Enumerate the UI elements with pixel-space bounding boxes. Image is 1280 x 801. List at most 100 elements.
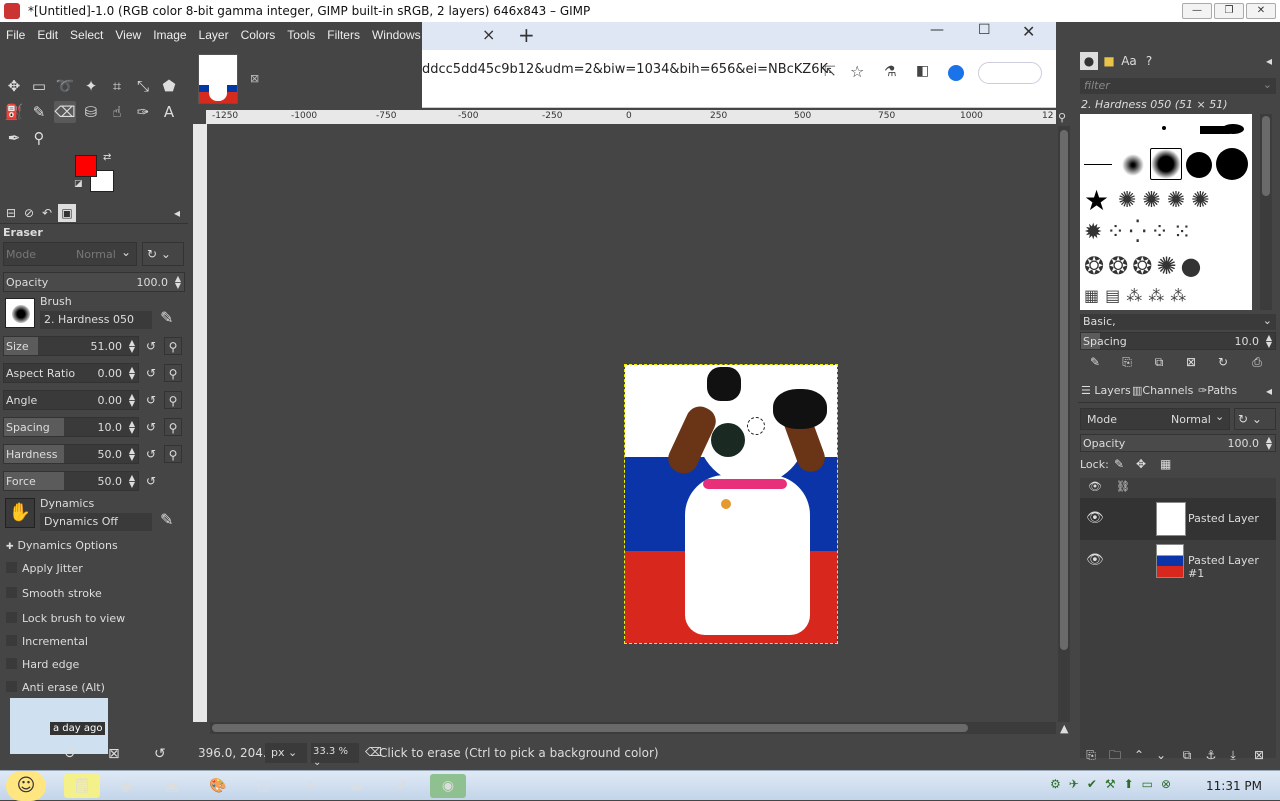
taskbar-app4-icon[interactable]: ☁	[338, 774, 374, 798]
aspect-link-icon[interactable]: ⚲	[164, 364, 182, 382]
apply-jitter-checkbox[interactable]: Apply Jitter	[6, 562, 83, 575]
menu-filters[interactable]: Filters	[321, 28, 366, 42]
edit-brush-icon-2[interactable]: ✎	[1086, 353, 1104, 371]
brush-splatter-row[interactable]: ✹⁘⁛⁘⁙	[1084, 220, 1195, 245]
address-bar[interactable]: ddcc5dd45c9b12&udm=2&biw=1034&bih=656&ei…	[422, 62, 832, 77]
spacing-row[interactable]: Spacing 10.0 ▲ ▼	[3, 417, 139, 437]
spacing-spinner-icon[interactable]: ▲ ▼	[129, 420, 135, 435]
lab-flask-icon[interactable]: ⚗	[884, 64, 897, 80]
mode-row[interactable]: Mode Normal ⌄	[3, 242, 137, 266]
lock-pixels-icon[interactable]: ✎	[1114, 457, 1124, 471]
delete-layer-icon[interactable]: ⊠	[1250, 746, 1268, 764]
opacity-spinner-icon[interactable]: ▲ ▼	[175, 275, 181, 290]
size-spinner-icon[interactable]: ▲ ▼	[129, 339, 135, 354]
brush-tag-input[interactable]: Basic, ⌄	[1080, 314, 1276, 330]
layers-dock-menu-icon[interactable]: ◂	[1260, 382, 1278, 400]
eraser-tool-icon[interactable]: ⌫	[54, 101, 76, 123]
dynamics-preview[interactable]: ✋	[5, 498, 35, 528]
edit-brush-icon[interactable]: ✎	[160, 308, 173, 327]
images-tab-icon[interactable]: ▣	[58, 204, 76, 222]
lock-brush-checkbox[interactable]: Lock brush to view	[6, 612, 125, 625]
layer-opacity-spinner-icon[interactable]: ▲ ▼	[1266, 436, 1272, 451]
crop-tool-icon[interactable]: ⌗	[106, 75, 128, 97]
image-canvas[interactable]	[624, 364, 838, 644]
size-link-icon[interactable]: ⚲	[164, 337, 182, 355]
new-layer-icon[interactable]: ⎘	[1082, 746, 1100, 764]
brush-name-field[interactable]: 2. Hardness 050	[40, 311, 152, 329]
close-image-tab-icon[interactable]: ⊠	[250, 72, 259, 85]
merge-layer-icon[interactable]: ⤓	[1224, 746, 1242, 764]
brush-soft-small[interactable]	[1122, 154, 1144, 176]
size-row[interactable]: Size 51.00 ▲ ▼	[3, 336, 139, 356]
hardness-link-icon[interactable]: ⚲	[164, 445, 182, 463]
undo-history-tab-icon[interactable]: ↶	[38, 204, 56, 222]
spacing-link-icon[interactable]: ⚲	[164, 418, 182, 436]
incremental-checkbox[interactable]: Incremental	[6, 635, 88, 648]
brush-spacing-row[interactable]: Spacing 10.0 ▲ ▼	[1080, 332, 1276, 350]
force-reset-icon[interactable]: ↺	[142, 472, 160, 490]
browser-pill-button[interactable]	[978, 62, 1042, 84]
clone-tool-icon[interactable]: ⛁	[80, 101, 102, 123]
brush-sponge-row[interactable]: ❂❂❂✺●	[1084, 252, 1205, 280]
zoom-fit-icon[interactable]: ⚲	[1058, 111, 1066, 124]
delete-brush-icon[interactable]: ⊠	[1182, 353, 1200, 371]
brush-block-soft[interactable]	[1222, 124, 1244, 134]
eye-icon[interactable]: 👁	[1086, 510, 1104, 526]
navigate-icon[interactable]: ▲	[1060, 722, 1068, 735]
browser-close-icon[interactable]: ✕	[1022, 22, 1035, 41]
fuzzy-select-tool-icon[interactable]: ✦	[80, 75, 102, 97]
default-colors-icon[interactable]: ◪	[74, 179, 83, 189]
paths-tool-icon[interactable]: ✑	[132, 101, 154, 123]
angle-spinner-icon[interactable]: ▲ ▼	[129, 393, 135, 408]
menu-tools[interactable]: Tools	[281, 28, 321, 42]
force-spinner-icon[interactable]: ▲ ▼	[129, 474, 135, 489]
brush-hardness-050-selected[interactable]	[1150, 148, 1182, 180]
menu-windows[interactable]: Windows	[366, 28, 427, 42]
angle-row[interactable]: Angle 0.00 ▲ ▼	[3, 390, 139, 410]
layer-name[interactable]: Pasted Layer #1	[1188, 554, 1276, 580]
layer-name[interactable]: Pasted Layer	[1188, 512, 1259, 525]
browser-minimize-icon[interactable]: —	[930, 22, 944, 38]
taskbar-app-icon[interactable]: ▣	[154, 774, 190, 798]
taskbar-active-app-icon[interactable]: ◉	[430, 774, 466, 798]
edit-dynamics-icon[interactable]: ✎	[160, 510, 173, 529]
layer-row-active[interactable]: 👁 Pasted Layer	[1080, 498, 1276, 540]
hardness-reset-icon[interactable]: ↺	[142, 445, 160, 463]
layer-mode-row[interactable]: Mode Normal ⌄	[1080, 408, 1230, 430]
horizontal-scroll-thumb[interactable]	[212, 724, 968, 732]
lasso-tool-icon[interactable]: ➰	[54, 75, 76, 97]
refresh-brushes-icon[interactable]: ↻	[1214, 353, 1232, 371]
new-brush-icon[interactable]: ⎘	[1118, 353, 1136, 371]
profile-avatar[interactable]	[948, 65, 964, 81]
size-reset-icon[interactable]: ↺	[142, 337, 160, 355]
open-brush-icon[interactable]: ⎙	[1248, 353, 1266, 371]
duplicate-layer-icon[interactable]: ⧉	[1178, 746, 1196, 764]
layer-row[interactable]: 👁 Pasted Layer #1	[1080, 540, 1276, 582]
tab-paths[interactable]: ✑Paths	[1198, 384, 1237, 397]
brush-texture-row[interactable]: ✺✺✺✺	[1118, 188, 1216, 213]
dynamics-field[interactable]: Dynamics Off	[40, 513, 152, 531]
close-button[interactable]: ✕	[1246, 3, 1276, 19]
fonts-tab-icon[interactable]: Aa	[1120, 52, 1138, 70]
share-icon[interactable]: ⇱	[824, 64, 836, 80]
smooth-stroke-checkbox[interactable]: Smooth stroke	[6, 587, 102, 600]
help-tab-icon[interactable]: ?	[1140, 52, 1158, 70]
anchor-layer-icon[interactable]: ⚓	[1202, 746, 1220, 764]
force-row[interactable]: Force 50.0 ▲ ▼	[3, 471, 139, 491]
layer-opacity-row[interactable]: Opacity 100.0 ▲ ▼	[1080, 434, 1276, 452]
brushes-tab-icon[interactable]: ●	[1080, 52, 1098, 70]
move-tool-icon[interactable]: ✥	[3, 75, 25, 97]
taskbar-app2-icon[interactable]: ◫	[246, 774, 282, 798]
brush-hard-small[interactable]	[1162, 126, 1166, 130]
smudge-tool-icon[interactable]: ☝	[106, 101, 128, 123]
delete-history-icon[interactable]: ⊠	[108, 746, 120, 762]
swap-colors-icon[interactable]: ⇄	[103, 152, 111, 163]
image-tab-thumbnail[interactable]	[198, 54, 238, 104]
aspect-reset-icon[interactable]: ↺	[142, 364, 160, 382]
menu-layer[interactable]: Layer	[193, 28, 235, 42]
menu-edit[interactable]: Edit	[31, 28, 64, 42]
taskbar-paint-icon[interactable]: 🎨	[200, 774, 236, 798]
new-tab-button[interactable]: +	[518, 23, 535, 47]
lower-layer-icon[interactable]: ⌄	[1152, 746, 1170, 764]
unified-transform-tool-icon[interactable]: ⤡	[132, 75, 154, 97]
